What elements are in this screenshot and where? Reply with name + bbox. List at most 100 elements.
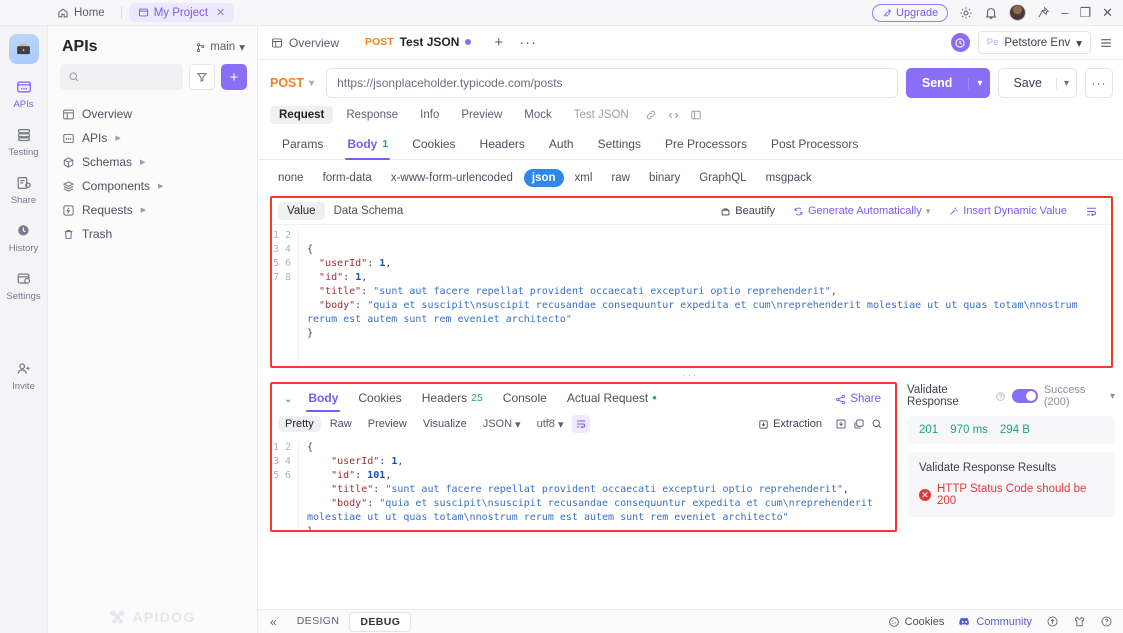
upgrade-button[interactable]: Upgrade [872, 3, 949, 22]
tab-auth[interactable]: Auth [537, 132, 586, 159]
tab-params[interactable]: Params [270, 132, 335, 159]
response-format-selector[interactable]: JSON ▾ [476, 416, 528, 433]
share-response-button[interactable]: Share [835, 393, 887, 405]
add-api-button[interactable]: + [221, 64, 247, 90]
body-type-form-data[interactable]: form-data [315, 169, 380, 187]
url-input[interactable]: https://jsonplaceholder.typicode.com/pos… [326, 68, 898, 98]
community-button[interactable]: Community [958, 615, 1032, 628]
help-icon[interactable] [995, 391, 1006, 402]
tab-headers[interactable]: Headers [468, 132, 537, 159]
rail-item-settings[interactable]: Settings [0, 270, 47, 302]
minimize-button[interactable]: – [1061, 6, 1068, 19]
home-tab[interactable]: Home [48, 4, 114, 22]
help-circle-icon[interactable] [1100, 615, 1113, 628]
sidebar-item-apis[interactable]: APIs ▶ [48, 126, 257, 150]
method-selector[interactable]: POST ▾ [270, 76, 318, 90]
tabs-more-button[interactable]: ··· [513, 26, 543, 59]
bell-icon[interactable] [984, 6, 998, 20]
maximize-button[interactable]: ❐ [1079, 6, 1091, 19]
send-button[interactable]: Send ▾ [905, 68, 991, 98]
chevron-right-icon[interactable]: ▶ [115, 134, 120, 142]
sidebar-item-schemas[interactable]: Schemas ▶ [48, 150, 257, 174]
workspace-logo-icon[interactable] [8, 34, 39, 64]
tab-pre-processors[interactable]: Pre Processors [653, 132, 759, 159]
response-view-preview[interactable]: Preview [361, 416, 414, 432]
doc-tab-overview[interactable]: Overview [258, 26, 352, 59]
mode-debug[interactable]: DEBUG [349, 611, 412, 632]
close-icon[interactable]: ✕ [216, 6, 225, 19]
request-more-button[interactable]: ··· [1085, 68, 1113, 98]
doc-tab-test-json[interactable]: POST Test JSON [352, 26, 485, 59]
response-code-area[interactable]: 1 2 3 4 5 6 { "userId": 1, "id": 101, "t… [272, 437, 895, 530]
tab-mock[interactable]: Mock [515, 106, 560, 124]
tab-request[interactable]: Request [270, 106, 334, 124]
body-type-raw[interactable]: raw [603, 169, 638, 187]
body-type-urlencoded[interactable]: x-www-form-urlencoded [383, 169, 521, 187]
tab-settings[interactable]: Settings [586, 132, 653, 159]
tab-response[interactable]: Response [337, 106, 407, 124]
panel-resize-handle[interactable]: ··· [258, 368, 1123, 382]
chevron-down-icon[interactable]: ▾ [1110, 391, 1115, 402]
chevron-right-icon[interactable]: ▶ [140, 158, 145, 166]
response-view-pretty[interactable]: Pretty [278, 416, 321, 432]
search-response-icon[interactable] [871, 418, 883, 430]
new-tab-button[interactable]: + [484, 26, 513, 59]
beautify-button[interactable]: Beautify [713, 203, 782, 219]
response-tab-cookies[interactable]: Cookies [348, 386, 411, 412]
generate-automatically-button[interactable]: Generate Automatically ▾ [786, 203, 937, 219]
response-json-content[interactable]: { "userId": 1, "id": 101, "title": "sunt… [298, 441, 895, 530]
link-icon[interactable] [642, 109, 660, 121]
wrap-lines-icon[interactable] [1078, 203, 1105, 220]
chevron-down-icon[interactable]: ▾ [926, 206, 931, 217]
body-type-binary[interactable]: binary [641, 169, 688, 187]
collapse-response-icon[interactable]: ⌄ [278, 394, 298, 405]
response-tab-actual-request[interactable]: Actual Request • [557, 386, 667, 412]
chevron-right-icon[interactable]: ▶ [141, 206, 146, 214]
sidebar-item-overview[interactable]: Overview [48, 102, 257, 126]
send-dropdown-icon[interactable]: ▾ [968, 77, 990, 89]
search-input[interactable] [60, 64, 183, 90]
validate-toggle[interactable] [1011, 389, 1038, 403]
extraction-button[interactable]: Extraction [751, 416, 829, 432]
upload-icon[interactable] [1046, 615, 1059, 628]
window-close-button[interactable]: ✕ [1102, 6, 1113, 19]
collapse-sidebar-button[interactable]: « [270, 615, 277, 629]
response-tab-headers[interactable]: Headers 25 [412, 386, 493, 412]
save-button[interactable]: Save ▾ [998, 68, 1077, 98]
filter-button[interactable] [189, 64, 215, 90]
response-tab-console[interactable]: Console [493, 386, 557, 412]
request-code-area[interactable]: 1 2 3 4 5 6 7 8 { "userId": 1, "id": 1, … [272, 225, 1111, 366]
tab-post-processors[interactable]: Post Processors [759, 132, 870, 159]
response-encoding-selector[interactable]: utf8 ▾ [530, 416, 571, 433]
cookies-button[interactable]: Cookies [888, 616, 944, 628]
project-tab[interactable]: My Project ✕ [128, 3, 235, 22]
sidebar-item-trash[interactable]: Trash [48, 222, 257, 246]
body-type-graphql[interactable]: GraphQL [691, 169, 754, 187]
code-icon[interactable] [664, 109, 683, 122]
mode-design[interactable]: DESIGN [287, 612, 350, 632]
shirt-icon[interactable] [1073, 615, 1086, 628]
pin-icon[interactable] [1037, 6, 1050, 19]
save-response-icon[interactable] [835, 418, 847, 430]
gear-icon[interactable] [959, 6, 973, 20]
response-wrap-lines-icon[interactable] [572, 415, 591, 433]
editor-tab-data-schema[interactable]: Data Schema [325, 202, 413, 220]
body-type-msgpack[interactable]: msgpack [758, 169, 820, 187]
response-tab-body[interactable]: Body [298, 386, 348, 412]
request-json-content[interactable]: { "userId": 1, "id": 1, "title": "sunt a… [298, 229, 1111, 366]
rail-item-apis[interactable]: APIs [0, 78, 47, 110]
response-view-visualize[interactable]: Visualize [416, 416, 474, 432]
rail-item-testing[interactable]: Testing [0, 126, 47, 158]
tab-body[interactable]: Body 1 [335, 132, 400, 160]
body-type-json[interactable]: json [523, 169, 564, 187]
tab-cookies[interactable]: Cookies [400, 132, 467, 159]
environment-menu-button[interactable] [1099, 36, 1113, 50]
tab-preview[interactable]: Preview [452, 106, 511, 124]
rail-item-share[interactable]: Share [0, 174, 47, 206]
editor-tab-value[interactable]: Value [278, 202, 325, 220]
environment-status-icon[interactable] [950, 33, 970, 52]
response-view-raw[interactable]: Raw [323, 416, 359, 432]
sidebar-item-components[interactable]: Components ▶ [48, 174, 257, 198]
save-dropdown-icon[interactable]: ▾ [1055, 77, 1076, 89]
tab-info[interactable]: Info [411, 106, 448, 124]
